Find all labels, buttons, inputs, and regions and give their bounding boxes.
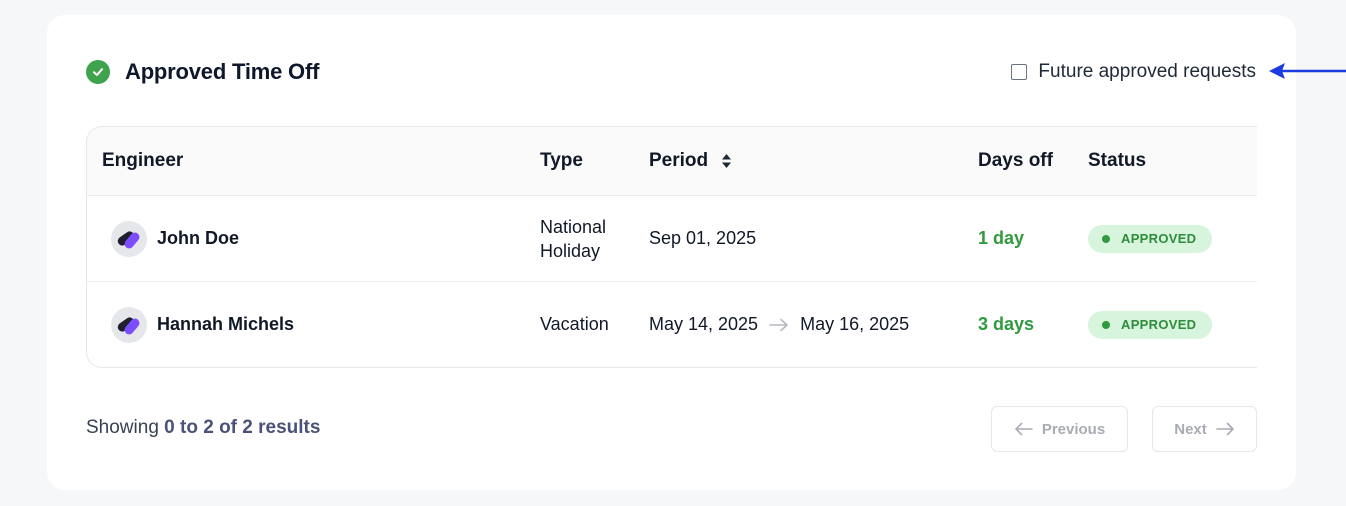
previous-button[interactable]: Previous xyxy=(991,406,1128,452)
page-title: Approved Time Off xyxy=(125,59,320,84)
arrow-right-icon xyxy=(768,318,790,332)
next-button-label: Next xyxy=(1174,420,1207,438)
type-text-continued: Holiday xyxy=(540,240,601,261)
table-header: Engineer Type Period Days off Status xyxy=(87,127,1257,196)
pagination-summary-range: 0 to 2 of 2 results xyxy=(164,417,321,438)
avatar xyxy=(111,220,147,257)
status-badge: APPROVED xyxy=(1088,310,1213,339)
status-badge: APPROVED xyxy=(1088,224,1213,253)
status-badge-label: APPROVED xyxy=(1121,231,1197,246)
approved-time-off-card: Approved Time Off Future approved reques… xyxy=(47,15,1296,490)
status-badge-label: APPROVED xyxy=(1121,317,1197,332)
type-cell: National Holiday xyxy=(540,196,606,281)
table-row[interactable]: Hannah Michels Vacation May 14, 2025 May… xyxy=(87,282,1257,367)
period-cell: May 14, 2025 May 16, 2025 xyxy=(649,282,909,367)
next-button[interactable]: Next xyxy=(1152,406,1257,452)
pagination-summary: Showing 0 to 2 of 2 results xyxy=(86,417,320,439)
arrow-right-icon xyxy=(1215,422,1235,436)
avatar xyxy=(111,306,147,343)
time-off-table: Engineer Type Period Days off Status Joh… xyxy=(86,126,1257,368)
status-dot-icon xyxy=(1102,320,1110,329)
pagination-summary-prefix: Showing xyxy=(86,417,159,438)
type-text: Vacation xyxy=(540,314,609,334)
type-cell: Vacation xyxy=(540,282,609,367)
status-cell: APPROVED xyxy=(1088,282,1213,367)
future-requests-checkbox[interactable] xyxy=(1011,64,1028,80)
table-row[interactable]: John Doe National Holiday Sep 01, 2025 1… xyxy=(87,196,1257,282)
column-header-engineer: Engineer xyxy=(102,150,184,171)
days-off-value: 1 day xyxy=(978,228,1025,248)
period-start: Sep 01, 2025 xyxy=(649,228,757,248)
column-header-status: Status xyxy=(1088,150,1147,171)
card-header: Approved Time Off xyxy=(86,59,319,85)
status-dot-icon xyxy=(1102,234,1110,243)
type-text: National xyxy=(540,216,607,237)
period-end: May 16, 2025 xyxy=(800,314,910,334)
column-header-days-off: Days off xyxy=(978,150,1053,171)
check-circle-icon xyxy=(86,60,110,84)
engineer-cell: Hannah Michels xyxy=(111,282,294,367)
annotation-arrow-icon xyxy=(1269,63,1346,79)
status-cell: APPROVED xyxy=(1088,196,1213,281)
arrow-left-icon xyxy=(1014,422,1034,436)
engineer-name: Hannah Michels xyxy=(157,314,295,334)
future-requests-filter[interactable]: Future approved requests xyxy=(1011,61,1256,83)
column-header-type: Type xyxy=(540,150,583,171)
column-header-period-label: Period xyxy=(649,150,709,171)
sort-icon[interactable] xyxy=(721,153,732,169)
period-start: May 14, 2025 xyxy=(649,314,759,334)
column-header-period[interactable]: Period xyxy=(649,127,732,195)
previous-button-label: Previous xyxy=(1041,420,1106,438)
engineer-name: John Doe xyxy=(157,228,240,248)
future-requests-label[interactable]: Future approved requests xyxy=(1038,61,1256,83)
engineer-cell: John Doe xyxy=(111,196,239,281)
period-cell: Sep 01, 2025 xyxy=(649,196,756,281)
days-off-value: 3 days xyxy=(978,314,1035,334)
